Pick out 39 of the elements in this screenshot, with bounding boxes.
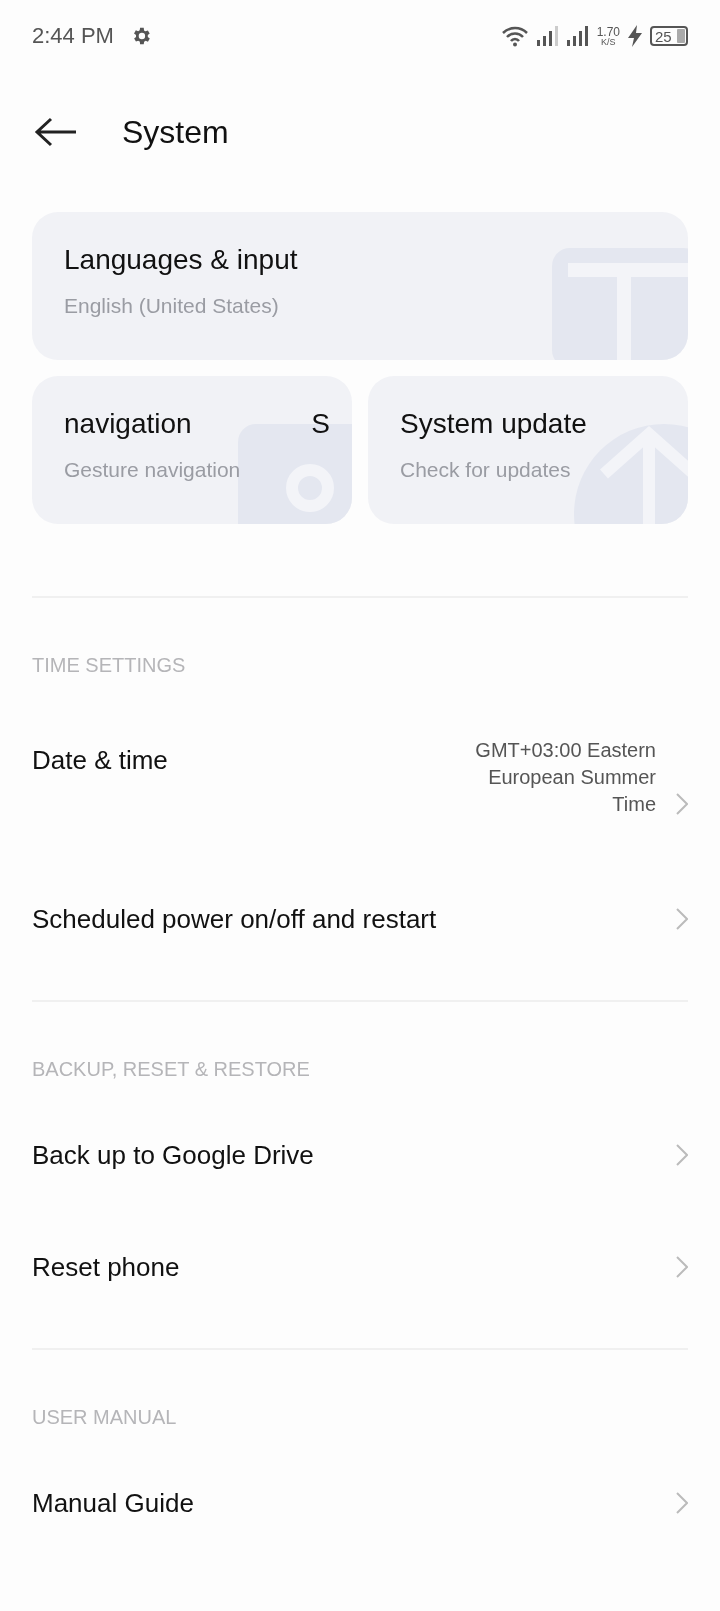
card-title: navigation bbox=[64, 408, 192, 440]
settings-row[interactable]: Back up to Google Drive bbox=[0, 1099, 720, 1211]
chevron-icon bbox=[676, 908, 688, 930]
row-title: Manual Guide bbox=[32, 1487, 195, 1519]
settings-card[interactable]: System update Check for updates bbox=[368, 376, 688, 524]
row-title: Scheduled power on/off and restart bbox=[32, 903, 438, 935]
page-title: System bbox=[122, 113, 229, 151]
section-header: USER MANUAL bbox=[31, 1405, 178, 1430]
card-title: S bbox=[311, 408, 330, 440]
settings-row[interactable]: Scheduled power on/off and restart bbox=[0, 863, 720, 975]
section-header: BACKUP, RESET & RESTORE bbox=[31, 1057, 311, 1082]
card-subtitle: English (United States) bbox=[64, 294, 280, 318]
settings-card[interactable]: navigation S Gesture navigation bbox=[32, 376, 352, 524]
chevron-icon bbox=[676, 1144, 688, 1166]
row-title: Date & time bbox=[32, 745, 169, 776]
row-value: GMT+03:00 Eastern European Summer Time bbox=[474, 738, 656, 817]
signal-icon bbox=[536, 26, 559, 46]
letter-tile-icon bbox=[552, 248, 688, 360]
settings-row[interactable]: Reset phone bbox=[0, 1211, 720, 1323]
row-title: Reset phone bbox=[32, 1251, 181, 1283]
network-speed: 1.70 bbox=[596, 25, 620, 38]
chevron-icon bbox=[676, 1256, 688, 1278]
battery-icon: 25 bbox=[650, 26, 688, 46]
charging-bolt-icon bbox=[628, 25, 642, 47]
card-subtitle: Gesture navigation bbox=[64, 458, 242, 482]
wifi-icon bbox=[500, 25, 529, 47]
section-header: TIME SETTINGS bbox=[31, 653, 187, 678]
card-title: Languages & input bbox=[64, 244, 298, 276]
settings-row[interactable]: Date & time GMT+03:00 Eastern European Summer Time bbox=[0, 695, 720, 863]
signal-icon bbox=[566, 26, 589, 46]
settings-row[interactable]: Manual Guide bbox=[0, 1447, 720, 1559]
chevron-icon bbox=[676, 1492, 688, 1514]
chevron-icon bbox=[676, 793, 688, 815]
clock-time: 2:44 PM bbox=[32, 23, 114, 49]
row-title: Back up to Google Drive bbox=[32, 1139, 315, 1171]
card-title: System update bbox=[400, 408, 587, 440]
settings-card[interactable]: Languages & input English (United States) bbox=[32, 212, 688, 360]
speed-unit: K/S bbox=[601, 37, 616, 47]
card-subtitle: Check for updates bbox=[400, 458, 572, 482]
